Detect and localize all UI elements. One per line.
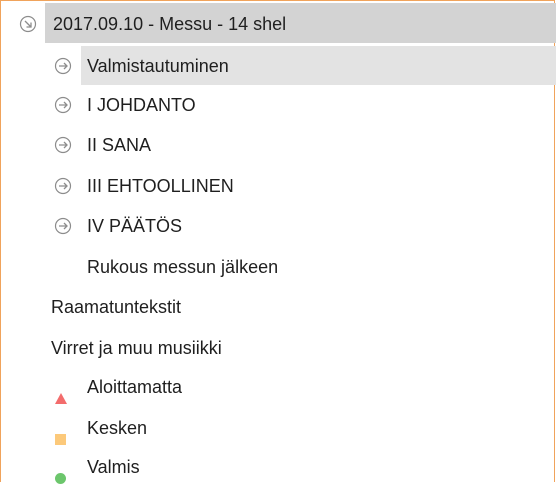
red-triangle-icon xyxy=(54,380,68,418)
hymns-label: Virret ja muu musiikki xyxy=(51,338,222,358)
tree-item-label: I JOHDANTO xyxy=(87,95,196,115)
tree-item-label: Rukous messun jälkeen xyxy=(87,257,279,277)
expand-arrow-icon[interactable] xyxy=(54,96,72,114)
scripture-label: Raamatuntekstit xyxy=(51,297,182,317)
orange-square-icon xyxy=(54,421,67,459)
tree-item-label: III EHTOOLLINEN xyxy=(87,176,234,196)
legend-label: Aloittamatta xyxy=(87,377,183,397)
tree-item-label: II SANA xyxy=(87,135,152,155)
tree-item-label: Valmistautuminen xyxy=(87,56,229,76)
collapse-arrow-icon[interactable] xyxy=(19,15,37,33)
legend-label: Valmis xyxy=(87,457,140,477)
expand-arrow-icon[interactable] xyxy=(54,57,72,75)
legend-label: Kesken xyxy=(87,418,148,438)
tree-item-label: IV PÄÄTÖS xyxy=(87,216,183,236)
tree-root-label: 2017.09.10 - Messu - 14 shel xyxy=(53,14,287,34)
expand-arrow-icon[interactable] xyxy=(54,217,72,235)
expand-arrow-icon[interactable] xyxy=(54,177,72,195)
green-circle-icon xyxy=(54,460,67,498)
outline-panel: 2017.09.10 - Messu - 14 shel Valmistautu… xyxy=(0,0,556,484)
expand-arrow-icon[interactable] xyxy=(54,136,72,154)
